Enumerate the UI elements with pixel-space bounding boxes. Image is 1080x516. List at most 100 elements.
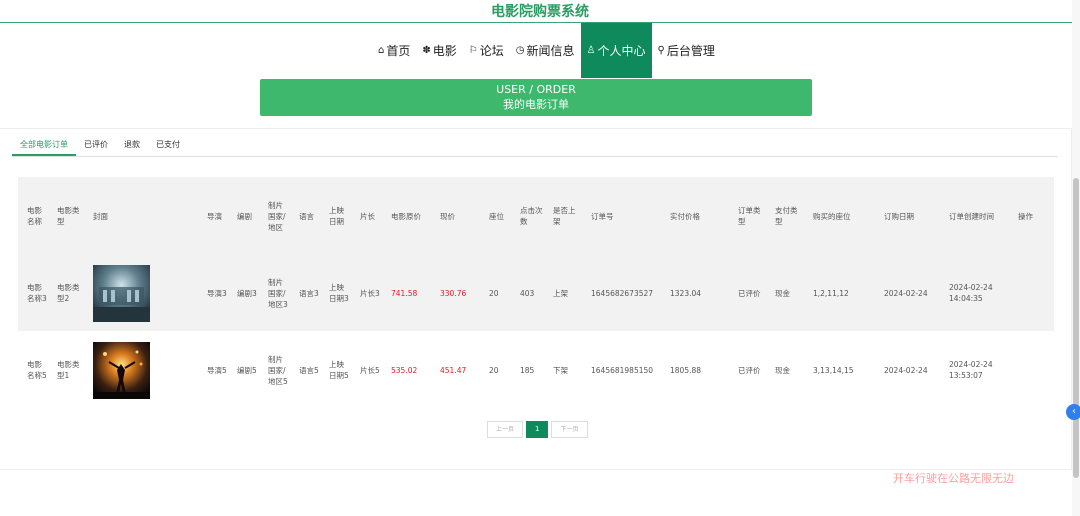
col-header: 操作: [1018, 211, 1033, 221]
cell-length: 片长5: [360, 365, 380, 375]
cell-pay-type: 现金: [775, 288, 790, 298]
pagination: 上一页 1 下一页: [487, 421, 591, 438]
col-header: 座位: [489, 211, 504, 221]
cell-clicks: 403: [520, 288, 535, 298]
cell-writer: 编剧3: [237, 288, 257, 298]
cell-country: 制片国家/地区3: [268, 277, 288, 309]
next-page-button[interactable]: 下一页: [551, 421, 588, 438]
tab-refund[interactable]: 退款: [116, 135, 148, 156]
col-header: 封面: [93, 211, 108, 221]
cell-director: 导演3: [207, 288, 227, 298]
cell-clicks: 185: [520, 365, 535, 375]
tab-reviewed[interactable]: 已评价: [76, 135, 116, 156]
cell-seats: 20: [489, 288, 499, 298]
movie-cover-image: [93, 341, 150, 399]
nav-label: 论坛: [479, 44, 504, 58]
cell-length: 片长3: [360, 288, 380, 298]
col-header: 订单类型: [738, 206, 761, 226]
snowflake-icon: ✽: [422, 45, 431, 56]
cell-order-no: 1645682673527: [591, 288, 654, 298]
cell-shelf-status: 上架: [553, 288, 568, 298]
cell-price: 330.76: [440, 288, 467, 298]
nav-label: 首页: [386, 44, 411, 58]
nav-label: 新闻信息: [526, 44, 575, 58]
cell-actions[interactable]: [1009, 255, 1054, 331]
prev-page-button[interactable]: 上一页: [487, 421, 524, 438]
table-row[interactable]: 电影名称3 电影类型2 导演3 编剧3 制片国家/地区3 语言3 上映日期3 片…: [18, 255, 1054, 331]
banner-title-zh: 我的电影订单: [503, 98, 569, 111]
cell-created-time: 2024-02-24 13:53:07: [949, 360, 993, 380]
cell-order-type: 已评价: [738, 365, 761, 375]
page-number-button[interactable]: 1: [526, 421, 549, 438]
cell-movie-type: 电影类型2: [57, 283, 80, 303]
cell-director: 导演5: [207, 365, 227, 375]
cell-bought-seats: 1,2,11,12: [813, 288, 849, 298]
cell-release-date: 上映日期5: [329, 360, 349, 380]
cell-country: 制片国家/地区5: [268, 354, 288, 386]
cell-paid-price: 1323.04: [670, 288, 702, 298]
nav-home[interactable]: ⌂ 首页: [372, 23, 416, 78]
nav-label: 后台管理: [666, 44, 715, 58]
col-header: 订单创建时间: [949, 211, 994, 221]
home-icon: ⌂: [378, 45, 385, 56]
watermark-text: 开车行驶在公路无限无边: [893, 472, 1014, 485]
col-header: 是否上架: [553, 206, 576, 226]
nav-movie[interactable]: ✽ 电影: [416, 23, 462, 78]
cell-order-date: 2024-02-24: [884, 288, 928, 298]
flag-icon: ⚐: [468, 45, 478, 56]
cell-order-type: 已评价: [738, 288, 761, 298]
cell-language: 语言5: [299, 365, 319, 375]
cell-writer: 编剧5: [237, 365, 257, 375]
col-header: 上映日期: [329, 206, 344, 226]
cell-price: 451.47: [440, 365, 467, 375]
cell-original-price: 741.58: [391, 288, 418, 298]
table-row[interactable]: 电影名称5 电影类型1 导演5 编剧5 制片国家/地区5 语言5 上映日期5 片…: [18, 331, 1054, 409]
cell-language: 语言3: [299, 288, 319, 298]
col-header: 支付类型: [775, 206, 798, 226]
col-header: 实付价格: [670, 211, 700, 221]
col-header: 编剧: [237, 211, 252, 221]
col-header: 电影名称: [27, 206, 42, 226]
chevron-left-icon[interactable]: ‹: [1066, 404, 1080, 420]
col-header: 点击次数: [520, 206, 543, 226]
nav-admin[interactable]: ⚲ 后台管理: [652, 23, 721, 78]
cell-pay-type: 现金: [775, 365, 790, 375]
cell-cover: [84, 255, 198, 331]
tab-paid[interactable]: 已支付: [148, 135, 188, 156]
movie-cover-image: [93, 264, 150, 322]
table-header-row: 电影名称 电影类型 封面 导演 编剧 制片国家/地区 语言 上映日期 片长 电影…: [18, 177, 1054, 255]
col-header: 电影原价: [391, 211, 421, 221]
tab-all-orders[interactable]: 全部电影订单: [12, 135, 76, 156]
site-title: 电影院购票系统: [491, 4, 589, 20]
cell-movie-name: 电影名称3: [27, 283, 47, 303]
cell-movie-name: 电影名称5: [27, 360, 47, 380]
scrollbar-thumb[interactable]: [1073, 178, 1079, 478]
nav-label: 电影: [432, 44, 457, 58]
cell-paid-price: 1805.88: [670, 365, 702, 375]
col-header: 购买的座位: [813, 211, 851, 221]
nav-news[interactable]: ◷ 新闻信息: [510, 23, 581, 78]
col-header: 导演: [207, 211, 222, 221]
nav-forum[interactable]: ⚐ 论坛: [463, 23, 510, 78]
col-header: 语言: [299, 211, 314, 221]
page-banner: USER / ORDER 我的电影订单: [260, 79, 812, 116]
col-header: 订单号: [591, 211, 614, 221]
cell-shelf-status: 下架: [553, 365, 568, 375]
col-header: 制片国家/地区: [268, 200, 286, 232]
cell-cover: [84, 331, 198, 409]
cell-bought-seats: 3,13,14,15: [813, 365, 854, 375]
col-header: 电影类型: [57, 206, 80, 226]
cell-order-date: 2024-02-24: [884, 365, 928, 375]
cell-actions[interactable]: [1009, 331, 1054, 409]
cell-order-no: 1645681985150: [591, 365, 654, 375]
order-tabs: 全部电影订单 已评价 退款 已支付: [12, 135, 1058, 157]
link-icon: ⚲: [657, 45, 665, 56]
banner-title-en: USER / ORDER: [496, 83, 576, 96]
cell-release-date: 上映日期3: [329, 283, 349, 303]
orders-table: 电影名称 电影类型 封面 导演 编剧 制片国家/地区 语言 上映日期 片长 电影…: [18, 177, 1054, 409]
cell-original-price: 535.02: [391, 365, 418, 375]
clock-icon: ◷: [515, 45, 525, 56]
cell-created-time: 2024-02-24 14:04:35: [949, 283, 993, 303]
col-header: 片长: [360, 211, 375, 221]
nav-personal-center[interactable]: ♙ 个人中心: [580, 23, 652, 78]
